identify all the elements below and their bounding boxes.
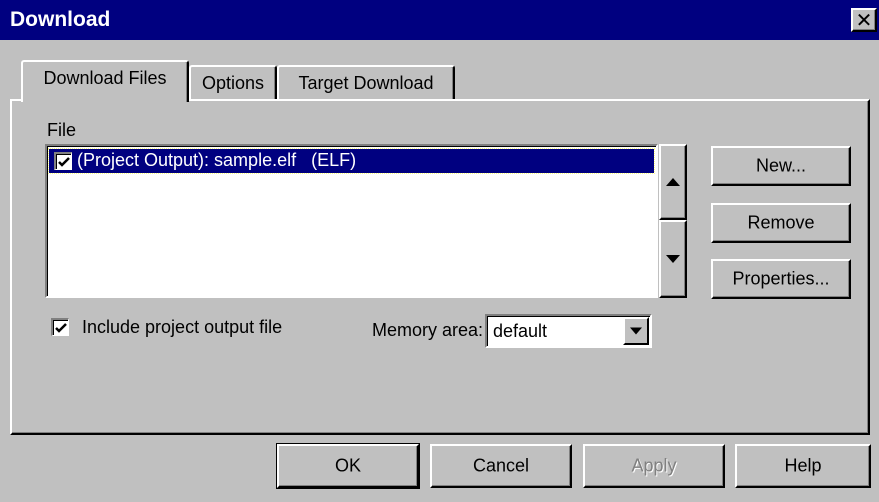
arrow-down-icon (666, 255, 680, 263)
tab-label: Download Files (43, 68, 167, 88)
properties-button-label: Properties... (732, 268, 830, 289)
tab-label: Options (201, 73, 265, 93)
file-list[interactable]: (Project Output): sample.elf (ELF) (45, 144, 658, 298)
properties-button[interactable]: Properties... (711, 259, 851, 299)
remove-button[interactable]: Remove (711, 203, 851, 243)
move-up-button[interactable] (659, 144, 687, 220)
checkmark-icon (58, 157, 70, 167)
help-button-label: Help (784, 455, 822, 476)
memory-area-value: default (493, 321, 548, 341)
ok-button[interactable]: OK (276, 443, 420, 489)
new-button-label: New... (755, 155, 807, 176)
include-output-checkbox[interactable] (51, 318, 69, 336)
close-button[interactable]: ✕ (851, 8, 877, 32)
chevron-down-icon (630, 327, 642, 335)
cancel-button[interactable]: Cancel (430, 444, 572, 488)
remove-button-label: Remove (747, 212, 815, 233)
help-button[interactable]: Help (735, 444, 871, 488)
apply-button-label: Apply (631, 455, 677, 476)
tab-target-download[interactable]: Target Download (277, 65, 455, 101)
arrow-up-icon (666, 178, 680, 186)
file-label: File (47, 120, 77, 140)
file-item-checkbox[interactable] (54, 152, 72, 170)
window-title: Download (10, 8, 111, 31)
dropdown-button[interactable] (623, 317, 649, 345)
tab-download-files[interactable]: Download Files (21, 60, 189, 102)
tab-options[interactable]: Options (189, 65, 277, 101)
memory-area-select[interactable]: default (485, 314, 652, 348)
tab-label: Target Download (298, 73, 434, 93)
move-down-button[interactable] (659, 220, 687, 298)
file-item-label: (Project Output): sample.elf (ELF) (77, 150, 357, 170)
checkmark-icon (55, 323, 67, 333)
close-icon: ✕ (855, 8, 873, 32)
include-output-label[interactable]: Include project output file (82, 317, 282, 338)
cancel-button-label: Cancel (472, 455, 530, 476)
new-button[interactable]: New... (711, 146, 851, 186)
memory-area-label: Memory area: (372, 320, 484, 340)
title-bar: Download ✕ (0, 0, 879, 42)
list-item[interactable]: (Project Output): sample.elf (ELF) (48, 148, 655, 174)
apply-button[interactable]: Apply (583, 444, 725, 488)
ok-button-label: OK (334, 455, 361, 476)
